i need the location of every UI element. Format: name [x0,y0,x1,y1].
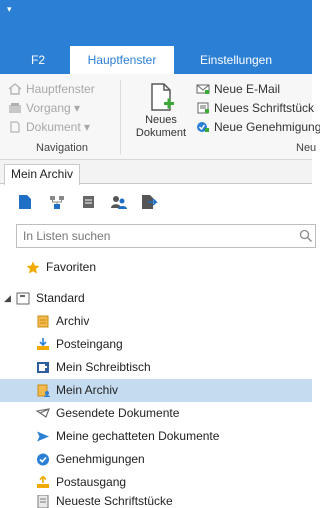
document-icon [8,120,22,133]
search-icon[interactable] [299,229,313,243]
nav-dokument-button[interactable]: Dokument ▾ [8,118,90,136]
hierarchy-icon[interactable] [48,194,66,210]
new-document-button[interactable]: Neues Dokument [128,78,194,142]
list-search-box [16,224,316,248]
tab-einstellungen[interactable]: Einstellungen [186,46,286,74]
users-icon[interactable] [110,194,128,210]
tree-item-mein-archiv[interactable]: Mein Archiv [0,379,312,402]
tree-item-label: Neueste Schriftstücke [56,494,173,508]
inbox-icon [37,338,49,350]
new-email-label: Neue E-Mail [214,82,281,96]
tree-item-gesendete-dokumente[interactable]: Gesendete Dokumente [0,402,312,425]
tree-item-archiv[interactable]: Archiv [0,310,312,333]
title-bar: ▾ [0,0,312,46]
nav-dokument-label: Dokument ▾ [26,120,91,134]
home-icon [8,82,22,95]
approval-check-icon [196,120,210,132]
new-group-label: Neu [296,142,317,154]
list-view-icon[interactable] [80,194,98,210]
collapse-arrow-icon[interactable]: ◢ [4,287,11,310]
new-document-label-line1: Neues [145,114,177,126]
ribbon-separator [120,80,121,154]
tree-item-mein-schreibtisch[interactable]: Mein Schreibtisch [0,356,312,379]
nav-hauptfenster-button[interactable]: Hauptfenster [8,80,95,98]
desk-icon [37,362,49,373]
new-email-button[interactable]: Neue E-Mail [196,80,280,98]
tree-item-label: Gesendete Dokumente [56,406,180,420]
new-document-icon [151,83,174,111]
nav-vorgang-button[interactable]: Vorgang ▾ [8,99,80,117]
navigation-group-label: Navigation [36,142,88,154]
tree-item-label: Posteingang [56,337,123,351]
nav-vorgang-label: Vorgang ▾ [26,101,81,115]
recent-documents-icon [37,495,49,508]
tree-item-label: Meine gechatteten Dokumente [56,429,220,443]
ribbon: Hauptfenster Vorgang ▾ Dokument ▾ Naviga… [0,74,320,160]
outbox-icon [37,476,49,488]
new-approval-label: Neue Genehmigung [214,120,320,134]
nav-hauptfenster-label: Hauptfenster [26,82,95,96]
email-icon [196,82,210,94]
tree-item-label: Archiv [56,314,90,328]
document-forward-icon[interactable] [140,194,158,210]
tree-item-label: Standard [36,291,85,305]
personal-archive-icon [37,384,50,397]
tree-item-postausgang[interactable]: Postausgang [0,471,312,494]
sent-documents-icon [36,408,50,418]
tree-item-label: Mein Schreibtisch [56,360,151,374]
tree-item-neueste-schriftstuecke[interactable]: Neueste Schriftstücke [0,494,312,508]
star-icon [26,261,40,274]
tree-item-label: Favoriten [46,260,97,274]
quick-access-menu-icon[interactable]: ▾ [7,4,12,14]
tab-mein-archiv[interactable]: Mein Archiv [4,164,81,185]
tree-item-label: Postausgang [56,475,127,489]
document-view-icon[interactable] [16,194,34,210]
tree-item-label: Genehmigungen [56,452,145,466]
list-toolbar [0,190,312,216]
text-document-icon [196,101,210,114]
tree-item-label: Mein Archiv [56,383,119,397]
approval-icon [37,453,49,466]
tree-item-genehmigungen[interactable]: Genehmigungen [0,448,312,471]
new-schriftstueck-label: Neues Schriftstück [214,101,315,115]
new-approval-button[interactable]: Neue Genehmigung [196,118,320,136]
new-schriftstueck-button[interactable]: Neues Schriftstück [196,99,314,117]
list-search-input[interactable] [17,225,287,247]
tab-f2[interactable]: F2 [18,46,58,74]
chat-send-icon [37,431,49,442]
tree-item-posteingang[interactable]: Posteingang [0,333,312,356]
ribbon-tab-row: F2 Hauptfenster Einstellungen [0,46,312,74]
folder-outline-icon [16,292,30,305]
archive-icon [37,315,49,328]
tab-hauptfenster[interactable]: Hauptfenster [70,46,174,74]
document-tab-strip: Mein Archiv [0,160,312,185]
tree-item-favoriten[interactable]: Favoriten [0,256,312,279]
tree-item-gechattete-dokumente[interactable]: Meine gechatteten Dokumente [0,425,312,448]
new-document-label-line2: Dokument [135,127,187,139]
folder-stack-icon [8,101,22,113]
tree-item-standard[interactable]: ◢ Standard [0,287,312,310]
